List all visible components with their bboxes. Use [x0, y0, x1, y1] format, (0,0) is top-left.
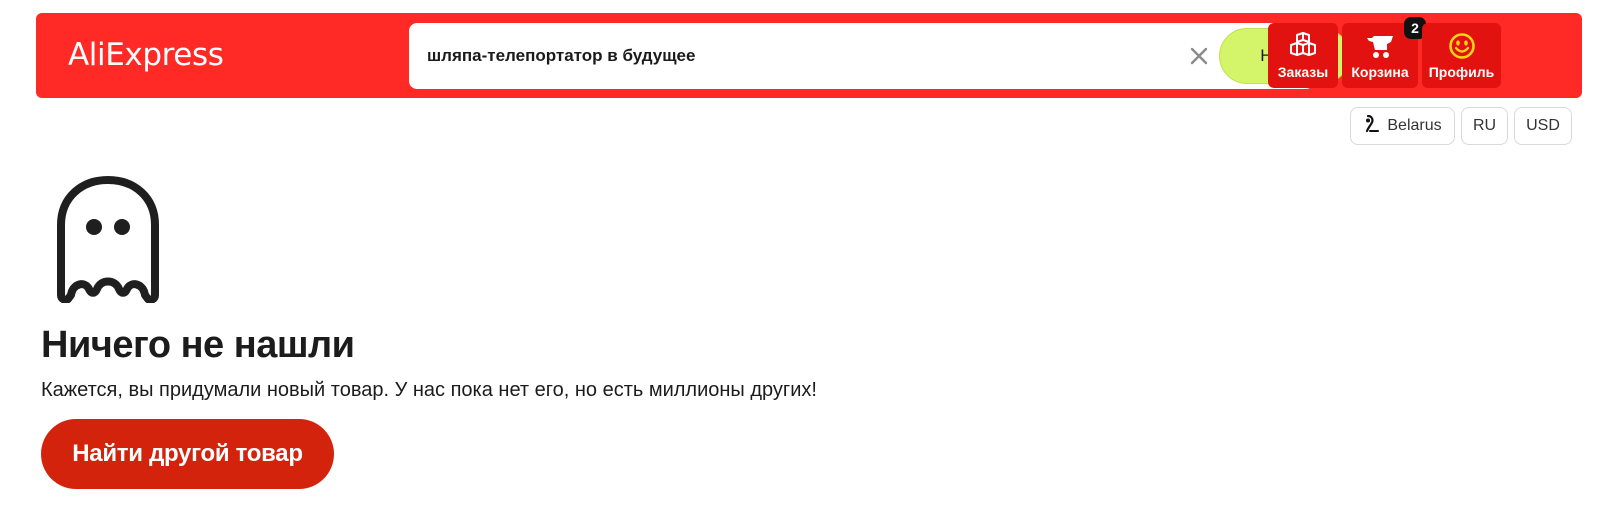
country-selector[interactable]: Belarus: [1350, 107, 1455, 145]
header: AliExpress Найти: [36, 13, 1582, 98]
cart-icon: [1365, 32, 1395, 65]
currency-selector[interactable]: USD: [1514, 107, 1572, 145]
location-pin-icon: [1363, 114, 1380, 138]
profile-label: Профиль: [1428, 64, 1495, 80]
search-input[interactable]: [427, 37, 1087, 75]
page: AliExpress Найти: [0, 0, 1624, 506]
orders-button[interactable]: Заказы: [1268, 23, 1338, 88]
cart-button[interactable]: Корзина 2: [1342, 17, 1426, 88]
language-selector[interactable]: RU: [1461, 107, 1508, 145]
close-icon[interactable]: [1186, 43, 1212, 69]
boxes-icon: [1289, 32, 1317, 63]
logo[interactable]: AliExpress: [68, 37, 224, 73]
ghost-icon: [55, 175, 161, 308]
search-bar: Найти: [409, 23, 1350, 89]
page-subtitle: Кажется, вы придумали новый товар. У нас…: [41, 379, 817, 401]
page-title: Ничего не нашли: [41, 324, 355, 366]
country-label: Belarus: [1387, 117, 1442, 134]
orders-label: Заказы: [1277, 64, 1329, 80]
language-label: RU: [1472, 117, 1497, 134]
profile-button[interactable]: Профиль: [1422, 23, 1501, 88]
find-another-product-button[interactable]: Найти другой товар: [41, 419, 334, 489]
cart-label: Корзина: [1351, 64, 1409, 80]
smiley-icon: [1448, 32, 1476, 65]
currency-label: USD: [1526, 117, 1560, 134]
